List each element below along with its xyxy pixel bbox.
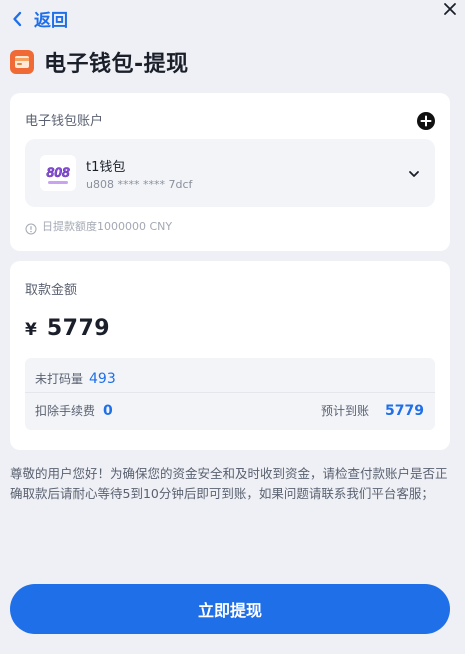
expected-row: 预计到账 5779 (321, 402, 424, 419)
back-label: 返回 (34, 11, 68, 31)
page-title: 电子钱包-提现 (44, 52, 189, 77)
info-icon (25, 220, 37, 235)
fee-row: 扣除手续费 0 (35, 402, 113, 419)
fee-value: 0 (103, 403, 113, 419)
back-button[interactable]: 返回 (12, 6, 68, 31)
add-wallet-icon[interactable] (416, 111, 436, 131)
wallet-logo-text: 808 (46, 164, 70, 180)
amount-row[interactable]: ¥ 5779 (25, 316, 110, 341)
unplayed-label: 未打码量 (35, 372, 84, 386)
daily-limit-text: 日提款额度1000000 CNY (42, 220, 173, 233)
currency-symbol: ¥ (25, 320, 37, 340)
wallet-logo: 808 (40, 155, 76, 191)
unplayed-row: 未打码量 493 (35, 370, 116, 387)
wallet-number: u808 **** **** 7dcf (86, 178, 193, 191)
chevron-left-icon (12, 9, 26, 29)
unplayed-value: 493 (89, 371, 116, 387)
wallet-account-card: 电子钱包账户 808 t1钱包 u808 **** **** 7dcf 日提款额… (10, 93, 450, 251)
amount-section-label: 取款金额 (25, 283, 78, 298)
wallet-name: t1钱包 (86, 160, 126, 175)
daily-limit-row: 日提款额度1000000 CNY (25, 218, 173, 235)
amount-info-box: 未打码量 493 扣除手续费 0 预计到账 5779 (25, 358, 435, 430)
divider (25, 392, 435, 393)
expected-label: 预计到账 (321, 404, 370, 418)
chevron-down-icon (407, 166, 421, 180)
wallet-selector[interactable]: 808 t1钱包 u808 **** **** 7dcf (25, 139, 435, 207)
withdraw-amount-card: 取款金额 ¥ 5779 未打码量 493 扣除手续费 0 预计到账 5779 (10, 261, 450, 450)
withdraw-submit-button[interactable]: 立即提现 (10, 584, 450, 634)
notice-text: 尊敬的用户您好！为确保您的资金安全和及时收到资金，请检查付款账户是否正确取款后请… (10, 466, 448, 501)
amount-value: 5779 (46, 316, 111, 341)
expected-value: 5779 (385, 403, 424, 419)
fee-label: 扣除手续费 (35, 404, 96, 418)
close-icon[interactable] (440, 0, 462, 21)
page-title-row: 电子钱包-提现 (10, 46, 189, 78)
account-section-label: 电子钱包账户 (25, 114, 104, 129)
top-bar: 返回 (0, 0, 465, 34)
wallet-icon (10, 50, 34, 74)
